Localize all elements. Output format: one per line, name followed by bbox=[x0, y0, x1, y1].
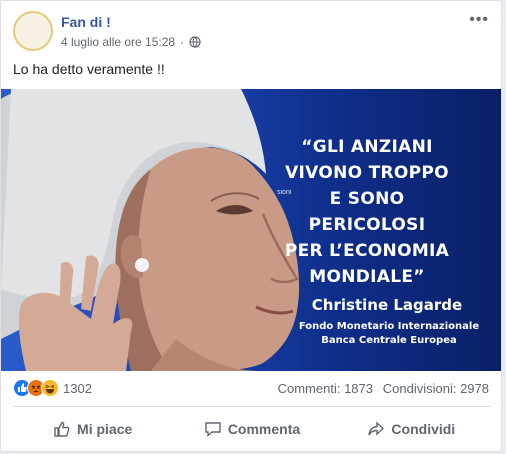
post-meta: 4 luglio alle ore 15:28 · bbox=[61, 35, 201, 49]
post-text: Lo ha detto veramente !! bbox=[13, 61, 165, 77]
share-icon bbox=[368, 421, 385, 436]
quote-author: Christine Lagarde bbox=[311, 296, 463, 314]
reactions-count: 1302 bbox=[63, 380, 92, 396]
post-card: Fan di ! 4 luglio alle ore 15:28 · ••• L… bbox=[0, 0, 502, 452]
page-avatar[interactable] bbox=[13, 11, 53, 51]
comment-button[interactable]: Commenta bbox=[172, 413, 331, 445]
share-button-label: Condividi bbox=[391, 421, 456, 437]
page-name-link[interactable]: Fan di ! bbox=[61, 14, 111, 30]
comment-icon bbox=[205, 422, 221, 438]
quote-line: VIVONO TROPPO bbox=[285, 163, 449, 183]
post-image[interactable]: sioni “GLI ANZIANI VIVONO TROPPO E SONO … bbox=[1, 89, 501, 371]
post-timestamp[interactable]: 4 luglio alle ore 15:28 bbox=[61, 35, 175, 49]
thumbs-up-icon bbox=[54, 421, 70, 437]
more-options-icon[interactable]: ••• bbox=[469, 11, 489, 29]
author-affiliation-line: Banca Centrale Europea bbox=[321, 335, 457, 346]
globe-icon bbox=[189, 36, 201, 48]
comments-count-link[interactable]: Commenti: 1873 bbox=[278, 381, 373, 396]
like-button[interactable]: Mi piace bbox=[13, 413, 172, 445]
post-stats: 1302 Commenti: 1873 Condivisioni: 2978 bbox=[13, 379, 491, 399]
share-button[interactable]: Condividi bbox=[332, 413, 491, 445]
meta-separator: · bbox=[180, 35, 185, 49]
author-affiliation-line: Fondo Monetario Internazionale bbox=[298, 321, 480, 332]
quote-line: PER L’ECONOMIA bbox=[284, 241, 450, 261]
shares-count-link[interactable]: Condivisioni: 2978 bbox=[383, 381, 489, 396]
author-affiliation: Fondo Monetario Internazionale Banca Cen… bbox=[289, 320, 489, 348]
post-header: Fan di ! 4 luglio alle ore 15:28 · ••• bbox=[13, 11, 493, 55]
quote-text: “GLI ANZIANI VIVONO TROPPO E SONO PERICO… bbox=[257, 134, 477, 290]
quote-line: MONDIALE” bbox=[309, 267, 425, 287]
quote-line: E SONO bbox=[329, 189, 405, 209]
quote-line: PERICOLOSI bbox=[308, 215, 426, 235]
haha-icon bbox=[41, 379, 59, 397]
like-button-label: Mi piace bbox=[77, 421, 133, 437]
post-actions: Mi piace Commenta Condividi bbox=[13, 413, 491, 445]
reactions-summary[interactable]: 1302 bbox=[13, 379, 92, 397]
actions-divider bbox=[13, 406, 491, 407]
quote-line: “GLI ANZIANI bbox=[301, 137, 433, 157]
comment-button-label: Commenta bbox=[227, 421, 301, 437]
